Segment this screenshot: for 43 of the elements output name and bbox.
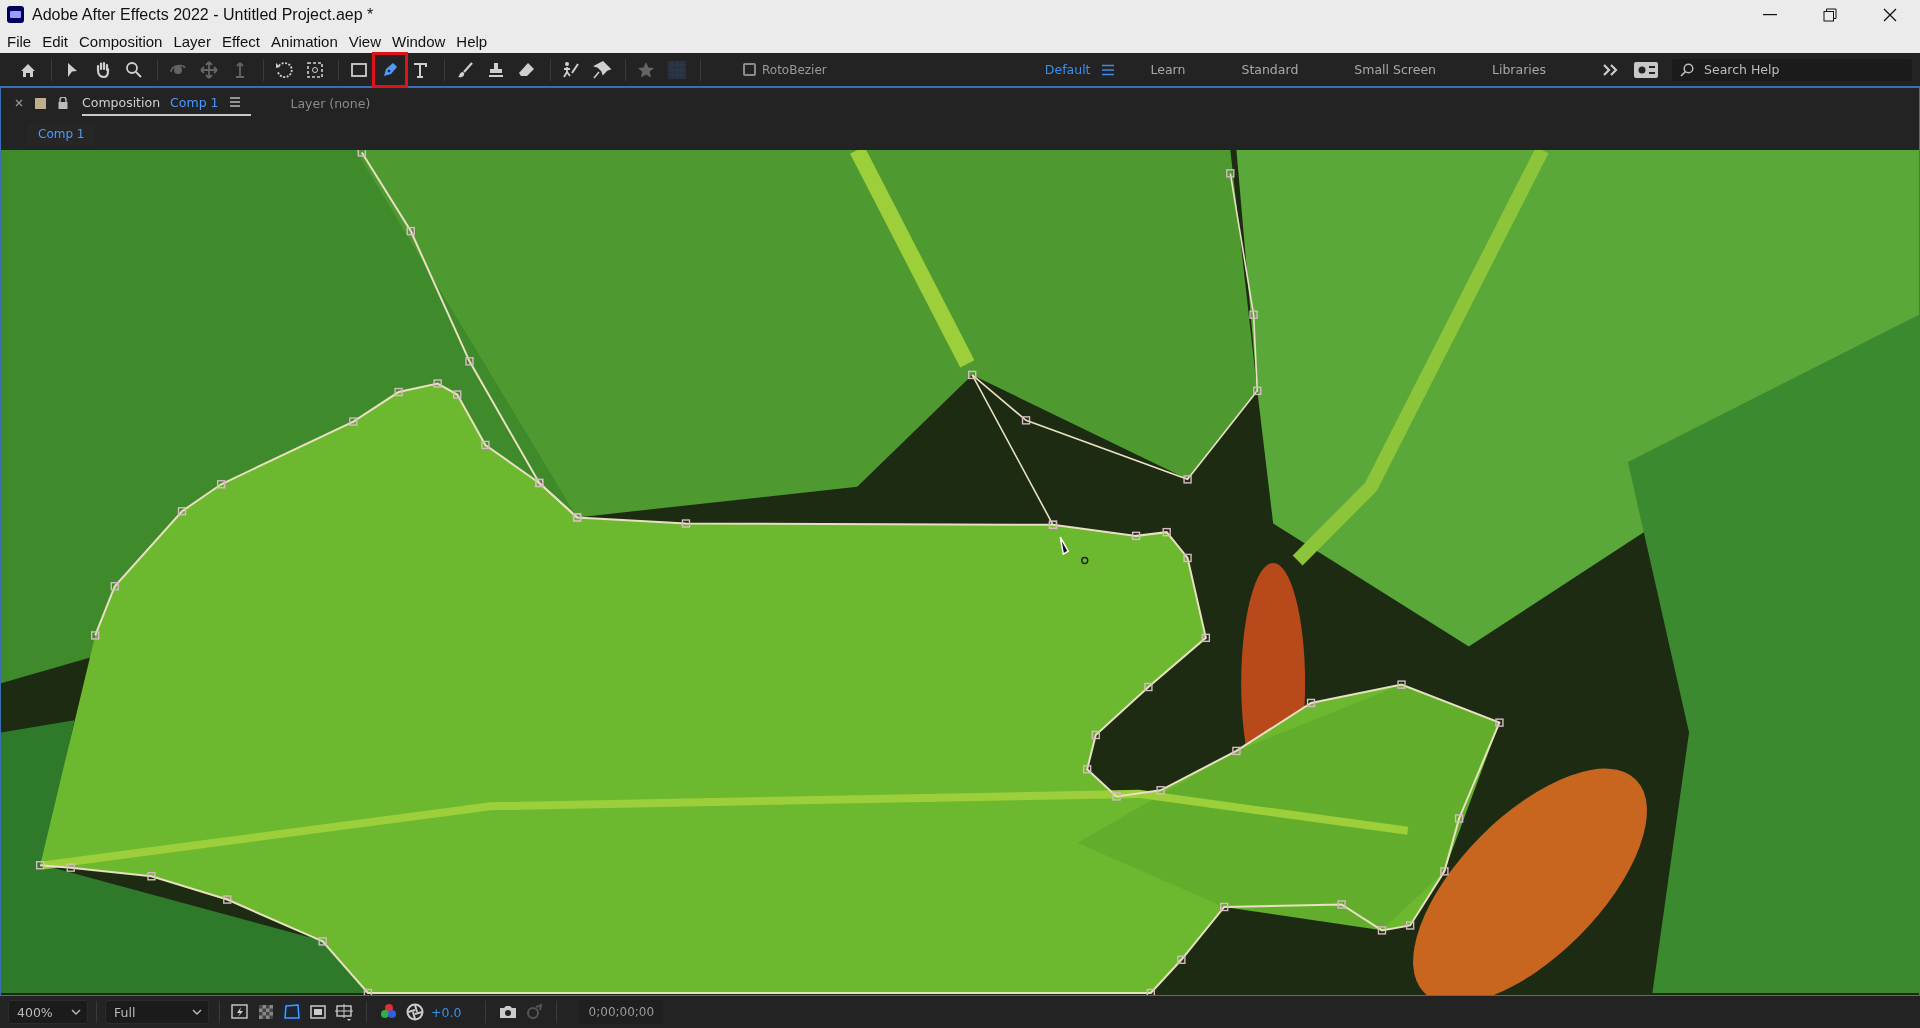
menu-item[interactable]: Edit: [39, 32, 77, 50]
menu-item[interactable]: Help: [453, 32, 496, 50]
lock-icon[interactable]: [58, 97, 68, 109]
search-icon: [1680, 62, 1694, 77]
color-swatch-icon: [35, 97, 46, 109]
rotobezier-checkbox[interactable]: RotoBezier: [737, 61, 833, 78]
fast-preview-icon[interactable]: [230, 1002, 250, 1022]
close-icon[interactable]: [1883, 7, 1897, 22]
workspace-tab[interactable]: Standard: [1213, 62, 1327, 77]
menu-item[interactable]: Composition: [76, 32, 171, 50]
menu-item[interactable]: File: [4, 32, 40, 50]
region-icon[interactable]: [308, 1002, 328, 1022]
workspace-tab[interactable]: Learn: [1122, 62, 1214, 77]
workspace-tab[interactable]: Default: [1016, 62, 1101, 77]
aperture-icon[interactable]: [405, 1002, 425, 1022]
panel-tab[interactable]: Composition Comp 1: [82, 90, 251, 116]
chevrons-icon[interactable]: [1602, 62, 1620, 77]
app-logo-icon: [7, 6, 24, 23]
minimize-icon[interactable]: [1763, 13, 1777, 16]
resolution-dropdown[interactable]: Full: [105, 1000, 209, 1024]
caret-icon: [192, 1009, 202, 1015]
settings-icon[interactable]: [1634, 61, 1658, 78]
window-title: Adobe After Effects 2022 - Untitled Project.aep *: [32, 5, 375, 24]
menu-icon[interactable]: [1100, 63, 1115, 76]
caret-icon: [71, 1009, 81, 1015]
mask-visibility-icon[interactable]: [282, 1002, 302, 1022]
menu-icon[interactable]: [228, 97, 241, 107]
restore-icon[interactable]: [1823, 7, 1837, 22]
pen-cursor-icon: [1059, 536, 1089, 565]
exposure-value[interactable]: +0.0: [431, 1004, 462, 1020]
guides-icon[interactable]: [334, 1002, 354, 1022]
zoom-dropdown[interactable]: 400%: [8, 1000, 88, 1024]
menu-item[interactable]: Layer: [170, 32, 219, 50]
transparency-grid-icon[interactable]: [256, 1002, 276, 1022]
menu-item[interactable]: Effect: [218, 32, 269, 50]
search-field[interactable]: Search Help: [1672, 58, 1912, 81]
menu-item[interactable]: Animation: [268, 32, 346, 50]
workspace-tab[interactable]: Libraries: [1464, 62, 1574, 77]
workspace-tab[interactable]: Small Screen: [1326, 62, 1464, 77]
panel-tab[interactable]: Layer (none): [290, 90, 381, 116]
timecode-display[interactable]: 0;00;00;00: [579, 1000, 664, 1024]
menu-item[interactable]: Window: [389, 32, 454, 50]
menu-item[interactable]: View: [345, 32, 389, 50]
